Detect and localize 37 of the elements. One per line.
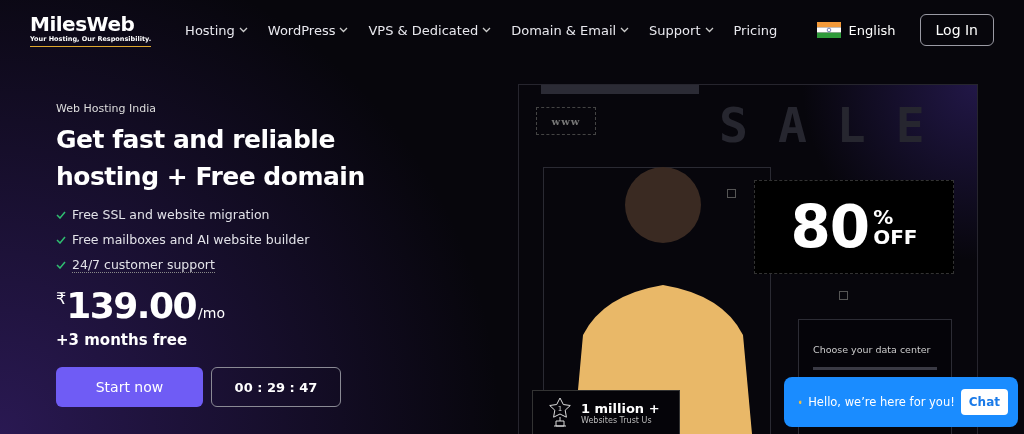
datacenter-label: Choose your data center bbox=[813, 344, 932, 355]
nav-link[interactable]: Domain & Email bbox=[511, 22, 630, 38]
nav-link[interactable]: Pricing bbox=[733, 22, 778, 38]
percent-sign: % bbox=[873, 207, 895, 227]
feature-text: Free SSL and website migration bbox=[72, 207, 270, 223]
flag-icon bbox=[816, 22, 841, 38]
www-label: www bbox=[536, 107, 596, 135]
check-icon bbox=[56, 211, 66, 219]
chat-message: Hello, we’re here for you! bbox=[808, 395, 955, 409]
feature-text: 24/7 customer support bbox=[72, 257, 215, 273]
price-amount: 139.00 bbox=[66, 285, 197, 327]
hero-title: Get fast and reliable hosting + Free domain bbox=[56, 124, 366, 193]
currency-symbol: ₹ bbox=[56, 289, 67, 308]
hero-eyebrow: Web Hosting India bbox=[56, 102, 158, 115]
feature-text: Free mailboxes and AI website builder bbox=[72, 232, 310, 248]
bonus-text: +3 months free bbox=[56, 331, 189, 349]
nav-link[interactable]: Hosting bbox=[185, 22, 248, 38]
countdown-timer: 00 : 29 : 47 bbox=[211, 367, 341, 407]
language-selector[interactable]: English bbox=[848, 22, 896, 38]
nav-link[interactable]: VPS & Dedicated bbox=[368, 22, 492, 38]
trophy-icon bbox=[549, 397, 571, 427]
connector-node bbox=[839, 291, 848, 300]
nav-link[interactable]: Support bbox=[649, 22, 714, 38]
check-icon bbox=[56, 261, 66, 269]
login-button[interactable]: Log In bbox=[919, 14, 994, 46]
logo-wordmark[interactable]: MilesWeb bbox=[30, 13, 135, 35]
price-period: /mo bbox=[198, 305, 226, 321]
discount-value: 80 bbox=[790, 193, 870, 261]
chat-widget[interactable]: Hello, we’re here for you! Chat bbox=[784, 377, 1018, 427]
chat-button[interactable]: Chat bbox=[960, 389, 1008, 415]
off-label: OFF bbox=[873, 227, 918, 247]
nav-link[interactable]: WordPress bbox=[267, 22, 349, 38]
connector-node bbox=[727, 189, 736, 198]
start-now-button[interactable]: Start now bbox=[56, 367, 203, 407]
check-icon bbox=[56, 236, 66, 244]
stats-subtitle: Websites Trust Us bbox=[581, 416, 653, 425]
stats-title: 1 million + bbox=[581, 401, 660, 416]
